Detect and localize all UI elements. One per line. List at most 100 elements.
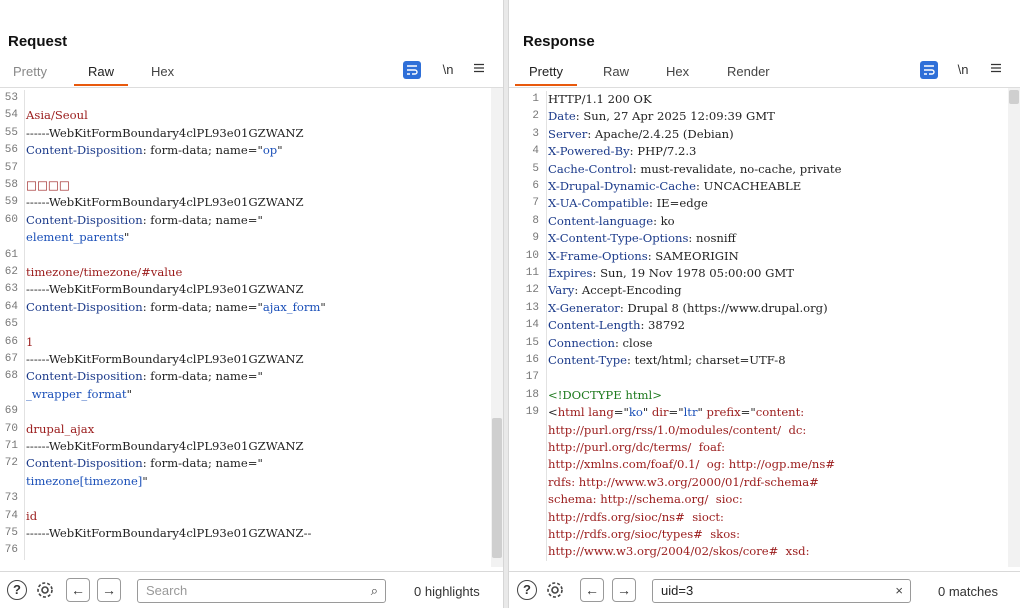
code-token: " bbox=[277, 143, 283, 158]
code-line: http://purl.org/rss/1.0/modules/content/… bbox=[509, 421, 1020, 439]
code-token: rdfs: http://www.w3.org/2000/01/rdf-sche… bbox=[548, 474, 819, 489]
help-icon[interactable]: ? bbox=[7, 580, 27, 600]
line-number: 8 bbox=[532, 214, 539, 227]
code-token: Content-Length bbox=[548, 318, 641, 333]
word-wrap-icon[interactable] bbox=[403, 61, 421, 79]
response-panel: Response Pretty Raw Hex Render \n 1 HTTP/… bbox=[509, 0, 1020, 608]
code-token: Date bbox=[548, 109, 576, 124]
line-content: http://rdfs.org/sioc/ns# sioct: bbox=[546, 508, 724, 526]
arrow-left-icon[interactable]: ← bbox=[66, 578, 90, 602]
response-search-input[interactable]: uid=3 × bbox=[652, 579, 911, 603]
gear-icon[interactable] bbox=[543, 578, 567, 602]
line-content: □□□□ bbox=[24, 177, 70, 195]
code-token: : form-data; name=" bbox=[142, 369, 263, 384]
request-search-placeholder: Search bbox=[146, 583, 188, 598]
line-content: rdfs: http://www.w3.org/2000/01/rdf-sche… bbox=[546, 473, 819, 492]
code-line: 8 Content-language: ko bbox=[509, 212, 1020, 231]
code-line: 3 Server: Apache/2.4.25 (Debian) bbox=[509, 125, 1020, 144]
code-token: element_parents bbox=[26, 230, 125, 245]
arrow-right-icon[interactable]: → bbox=[97, 578, 121, 602]
code-token: Cache-Control bbox=[548, 161, 633, 176]
response-scrollbar[interactable] bbox=[1008, 88, 1020, 567]
line-content: id bbox=[24, 507, 37, 525]
tab-render[interactable]: Render bbox=[727, 64, 770, 84]
code-line: 66 1 bbox=[0, 333, 503, 351]
line-number: 67 bbox=[4, 353, 18, 365]
code-token: : IE=edge bbox=[649, 196, 708, 211]
line-content: X-Drupal-Dynamic-Cache: UNCACHEABLE bbox=[546, 178, 801, 196]
line-content: Content-Length: 38792 bbox=[546, 317, 685, 335]
response-editor[interactable]: 1 HTTP/1.1 200 OK 2 Date: Sun, 27 Apr 2025 … bbox=[509, 87, 1020, 567]
menu-icon[interactable] bbox=[471, 61, 487, 79]
menu-icon[interactable] bbox=[988, 61, 1004, 79]
line-content: http://rdfs.org/sioc/types# skos: bbox=[546, 526, 741, 544]
line-content: http://purl.org/dc/terms/ foaf: bbox=[546, 439, 725, 457]
code-token: <!DOCTYPE html> bbox=[548, 387, 662, 402]
code-token: =" bbox=[613, 405, 629, 420]
line-number: 18 bbox=[525, 388, 539, 401]
code-line: 1 HTTP/1.1 200 OK bbox=[509, 91, 1020, 109]
line-content: ------WebKitFormBoundary4clPL93e01GZWANZ… bbox=[24, 525, 312, 543]
tab-pretty[interactable]: Pretty bbox=[13, 64, 47, 84]
tab-hex[interactable]: Hex bbox=[666, 64, 689, 84]
line-content: Asia/Seoul bbox=[24, 107, 88, 125]
code-line: 14 Content-Length: 38792 bbox=[509, 317, 1020, 335]
code-line: 74 id bbox=[0, 507, 503, 525]
line-number: 19 bbox=[525, 406, 539, 419]
tab-raw[interactable]: Raw bbox=[73, 64, 129, 86]
request-editor[interactable]: 53 ​ 54 Asia/Seoul 55 ------WebKitFormBoundar… bbox=[0, 87, 503, 567]
code-line: 55 ------WebKitFormBoundary4clPL93e01GZWA… bbox=[0, 124, 503, 143]
code-token: http://rdfs.org/sioc/types# skos: bbox=[548, 527, 741, 541]
code-line: 64 Content-Disposition: form-data; name="… bbox=[0, 298, 503, 317]
code-token: ------WebKitFormBoundary4clPL93e01GZWANZ… bbox=[26, 526, 312, 540]
tab-raw[interactable]: Raw bbox=[603, 64, 629, 84]
arrow-right-icon[interactable]: → bbox=[612, 578, 636, 602]
line-content: ------WebKitFormBoundary4clPL93e01GZWANZ bbox=[24, 124, 304, 143]
line-number: 6 bbox=[532, 180, 539, 192]
line-number: 72 bbox=[4, 457, 18, 470]
request-highlights-count: 0 highlights bbox=[414, 584, 480, 599]
code-line: element_parents" bbox=[0, 229, 503, 247]
line-number: 58 bbox=[4, 179, 18, 191]
request-scrollbar[interactable] bbox=[491, 88, 503, 567]
code-token: : form-data; name=" bbox=[142, 212, 263, 227]
code-line: http://rdfs.org/sioc/ns# sioct: bbox=[509, 508, 1020, 526]
gear-icon[interactable] bbox=[33, 578, 57, 602]
request-scroll-thumb[interactable] bbox=[492, 418, 502, 558]
code-line: 72 Content-Disposition: form-data; name=" bbox=[0, 455, 503, 473]
line-content: Content-Disposition: form-data; name="aj… bbox=[24, 298, 326, 317]
help-icon[interactable]: ? bbox=[517, 580, 537, 600]
code-token: 1 bbox=[26, 334, 34, 349]
code-line: 56 Content-Disposition: form-data; name="… bbox=[0, 142, 503, 160]
code-token: Content-Disposition bbox=[26, 456, 143, 471]
code-token: X-Powered-By bbox=[548, 144, 630, 159]
code-line: 7 X-UA-Compatible: IE=edge bbox=[509, 195, 1020, 213]
clear-icon[interactable]: × bbox=[895, 580, 903, 602]
code-line: 71 ------WebKitFormBoundary4clPL93e01GZWA… bbox=[0, 438, 503, 456]
code-token: ajax_form bbox=[262, 299, 321, 314]
request-search-input[interactable]: Search ⌕ bbox=[137, 579, 386, 603]
code-token: html bbox=[557, 405, 585, 420]
line-number: 70 bbox=[4, 422, 18, 435]
newline-icon[interactable]: \n bbox=[438, 61, 458, 79]
line-content: <!DOCTYPE html> bbox=[546, 386, 662, 405]
code-token: " bbox=[124, 230, 130, 245]
line-content: timezone/timezone/#value bbox=[24, 264, 182, 282]
line-number: 57 bbox=[4, 161, 18, 174]
tab-hex[interactable]: Hex bbox=[151, 64, 174, 84]
arrow-left-icon[interactable]: ← bbox=[580, 578, 604, 602]
code-line: 5 Cache-Control: must-revalidate, no-cach… bbox=[509, 160, 1020, 178]
line-content: _wrapper_format" bbox=[24, 385, 132, 404]
line-content: Cache-Control: must-revalidate, no-cache… bbox=[546, 160, 841, 178]
code-token: Content-Disposition bbox=[26, 299, 143, 314]
tab-pretty[interactable]: Pretty bbox=[515, 64, 577, 86]
code-token: http://rdfs.org/sioc/ns# sioct: bbox=[548, 509, 724, 524]
word-wrap-icon[interactable] bbox=[920, 61, 938, 79]
code-token: ------WebKitFormBoundary4clPL93e01GZWANZ bbox=[26, 195, 304, 210]
search-icon[interactable]: ⌕ bbox=[371, 580, 378, 602]
response-scroll-thumb[interactable] bbox=[1009, 90, 1019, 104]
newline-icon[interactable]: \n bbox=[953, 61, 973, 79]
line-number: 56 bbox=[4, 144, 18, 157]
code-token: http://purl.org/rss/1.0/modules/content/… bbox=[548, 422, 807, 437]
request-footer: ? ← → Search ⌕ 0 highlights bbox=[0, 571, 503, 608]
